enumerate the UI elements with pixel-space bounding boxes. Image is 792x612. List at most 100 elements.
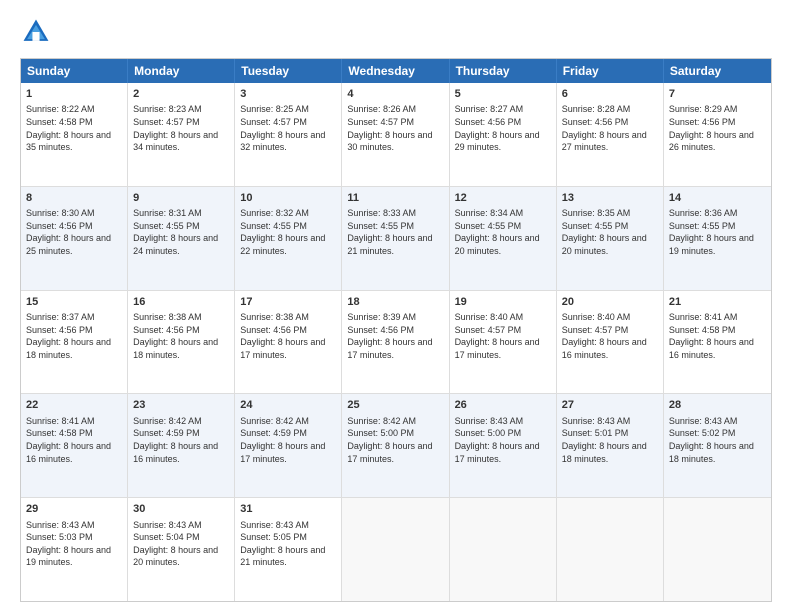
sunrise-label: Sunrise: 8:28 AM xyxy=(562,104,631,114)
day-number: 28 xyxy=(669,398,766,413)
daylight-label: Daylight: 8 hours and 26 minutes. xyxy=(669,130,754,153)
day-info: Sunrise: 8:39 AMSunset: 4:56 PMDaylight:… xyxy=(347,311,443,361)
sunset-label: Sunset: 4:58 PM xyxy=(26,428,93,438)
sunrise-label: Sunrise: 8:33 AM xyxy=(347,208,416,218)
daylight-label: Daylight: 8 hours and 17 minutes. xyxy=(455,337,540,360)
sunrise-label: Sunrise: 8:40 AM xyxy=(455,312,524,322)
daylight-label: Daylight: 8 hours and 21 minutes. xyxy=(347,233,432,256)
day-cell-15: 15Sunrise: 8:37 AMSunset: 4:56 PMDayligh… xyxy=(21,291,128,394)
day-number: 14 xyxy=(669,191,766,206)
day-cell-22: 22Sunrise: 8:41 AMSunset: 4:58 PMDayligh… xyxy=(21,394,128,497)
sunrise-label: Sunrise: 8:29 AM xyxy=(669,104,738,114)
day-number: 30 xyxy=(133,502,229,517)
daylight-label: Daylight: 8 hours and 18 minutes. xyxy=(26,337,111,360)
header-day-monday: Monday xyxy=(128,59,235,83)
header-day-saturday: Saturday xyxy=(664,59,771,83)
day-number: 6 xyxy=(562,87,658,102)
day-cell-28: 28Sunrise: 8:43 AMSunset: 5:02 PMDayligh… xyxy=(664,394,771,497)
daylight-label: Daylight: 8 hours and 17 minutes. xyxy=(240,337,325,360)
sunset-label: Sunset: 5:05 PM xyxy=(240,532,307,542)
daylight-label: Daylight: 8 hours and 20 minutes. xyxy=(133,545,218,568)
day-cell-6: 6Sunrise: 8:28 AMSunset: 4:56 PMDaylight… xyxy=(557,83,664,186)
day-info: Sunrise: 8:25 AMSunset: 4:57 PMDaylight:… xyxy=(240,103,336,153)
day-info: Sunrise: 8:23 AMSunset: 4:57 PMDaylight:… xyxy=(133,103,229,153)
day-info: Sunrise: 8:30 AMSunset: 4:56 PMDaylight:… xyxy=(26,207,122,257)
sunrise-label: Sunrise: 8:41 AM xyxy=(669,312,738,322)
day-number: 25 xyxy=(347,398,443,413)
day-info: Sunrise: 8:29 AM Sunset: 4:56 PM Daylight:… xyxy=(669,103,766,153)
day-info: Sunrise: 8:41 AMSunset: 4:58 PMDaylight:… xyxy=(669,311,766,361)
header-day-sunday: Sunday xyxy=(21,59,128,83)
day-info: Sunrise: 8:36 AMSunset: 4:55 PMDaylight:… xyxy=(669,207,766,257)
day-cell-16: 16Sunrise: 8:38 AMSunset: 4:56 PMDayligh… xyxy=(128,291,235,394)
calendar: SundayMondayTuesdayWednesdayThursdayFrid… xyxy=(20,58,772,602)
header-day-tuesday: Tuesday xyxy=(235,59,342,83)
daylight-label: Daylight: 8 hours and 24 minutes. xyxy=(133,233,218,256)
sunrise-label: Sunrise: 8:35 AM xyxy=(562,208,631,218)
sunrise-label: Sunrise: 8:34 AM xyxy=(455,208,524,218)
sunrise-label: Sunrise: 8:26 AM xyxy=(347,104,416,114)
daylight-label: Daylight: 8 hours and 16 minutes. xyxy=(562,337,647,360)
daylight-label: Daylight: 8 hours and 16 minutes. xyxy=(669,337,754,360)
day-number: 5 xyxy=(455,87,551,102)
calendar-week-3: 15Sunrise: 8:37 AMSunset: 4:56 PMDayligh… xyxy=(21,291,771,395)
day-cell-30: 30Sunrise: 8:43 AMSunset: 5:04 PMDayligh… xyxy=(128,498,235,601)
sunset-label: Sunset: 5:00 PM xyxy=(455,428,522,438)
logo xyxy=(20,16,56,48)
day-number: 24 xyxy=(240,398,336,413)
empty-cell xyxy=(664,498,771,601)
sunrise-label: Sunrise: 8:27 AM xyxy=(455,104,524,114)
day-cell-1: 1Sunrise: 8:22 AMSunset: 4:58 PMDaylight… xyxy=(21,83,128,186)
day-number: 16 xyxy=(133,295,229,310)
day-info: Sunrise: 8:43 AMSunset: 5:05 PMDaylight:… xyxy=(240,519,336,569)
day-info: Sunrise: 8:42 AMSunset: 5:00 PMDaylight:… xyxy=(347,415,443,465)
day-info: Sunrise: 8:26 AM Sunset: 4:57 PM Daylight:… xyxy=(347,103,443,153)
sunset-label: Sunset: 4:58 PM xyxy=(26,117,93,127)
sunset-label: Sunset: 5:03 PM xyxy=(26,532,93,542)
sunset-label: Sunset: 4:56 PM xyxy=(669,117,736,127)
day-number: 27 xyxy=(562,398,658,413)
calendar-week-5: 29Sunrise: 8:43 AMSunset: 5:03 PMDayligh… xyxy=(21,498,771,601)
day-cell-9: 9Sunrise: 8:31 AMSunset: 4:55 PMDaylight… xyxy=(128,187,235,290)
day-cell-13: 13Sunrise: 8:35 AMSunset: 4:55 PMDayligh… xyxy=(557,187,664,290)
day-number: 11 xyxy=(347,191,443,206)
day-info: Sunrise: 8:33 AMSunset: 4:55 PMDaylight:… xyxy=(347,207,443,257)
day-number: 20 xyxy=(562,295,658,310)
daylight-label: Daylight: 8 hours and 16 minutes. xyxy=(133,441,218,464)
sunset-label: Sunset: 4:57 PM xyxy=(347,117,414,127)
day-cell-2: 2Sunrise: 8:23 AMSunset: 4:57 PMDaylight… xyxy=(128,83,235,186)
day-info: Sunrise: 8:38 AMSunset: 4:56 PMDaylight:… xyxy=(133,311,229,361)
day-number: 12 xyxy=(455,191,551,206)
day-cell-23: 23Sunrise: 8:42 AMSunset: 4:59 PMDayligh… xyxy=(128,394,235,497)
header-day-wednesday: Wednesday xyxy=(342,59,449,83)
daylight-label: Daylight: 8 hours and 18 minutes. xyxy=(669,441,754,464)
daylight-label: Daylight: 8 hours and 20 minutes. xyxy=(455,233,540,256)
sunrise-label: Sunrise: 8:40 AM xyxy=(562,312,631,322)
daylight-label: Daylight: 8 hours and 30 minutes. xyxy=(347,130,432,153)
daylight-label: Daylight: 8 hours and 19 minutes. xyxy=(669,233,754,256)
sunset-label: Sunset: 4:56 PM xyxy=(26,221,93,231)
calendar-week-1: 1Sunrise: 8:22 AMSunset: 4:58 PMDaylight… xyxy=(21,83,771,187)
header-day-friday: Friday xyxy=(557,59,664,83)
day-cell-18: 18Sunrise: 8:39 AMSunset: 4:56 PMDayligh… xyxy=(342,291,449,394)
day-info: Sunrise: 8:22 AMSunset: 4:58 PMDaylight:… xyxy=(26,103,122,153)
day-cell-11: 11Sunrise: 8:33 AMSunset: 4:55 PMDayligh… xyxy=(342,187,449,290)
day-number: 17 xyxy=(240,295,336,310)
day-cell-19: 19Sunrise: 8:40 AMSunset: 4:57 PMDayligh… xyxy=(450,291,557,394)
day-cell-27: 27Sunrise: 8:43 AMSunset: 5:01 PMDayligh… xyxy=(557,394,664,497)
page: SundayMondayTuesdayWednesdayThursdayFrid… xyxy=(0,0,792,612)
daylight-label: Daylight: 8 hours and 35 minutes. xyxy=(26,130,111,153)
day-number: 13 xyxy=(562,191,658,206)
day-info: Sunrise: 8:42 AMSunset: 4:59 PMDaylight:… xyxy=(240,415,336,465)
daylight-label: Daylight: 8 hours and 20 minutes. xyxy=(562,233,647,256)
calendar-week-2: 8Sunrise: 8:30 AMSunset: 4:56 PMDaylight… xyxy=(21,187,771,291)
day-cell-4: 4Sunrise: 8:26 AMSunset: 4:57 PMDaylight… xyxy=(342,83,449,186)
day-number: 19 xyxy=(455,295,551,310)
sunset-label: Sunset: 5:00 PM xyxy=(347,428,414,438)
sunset-label: Sunset: 4:57 PM xyxy=(562,325,629,335)
sunrise-label: Sunrise: 8:42 AM xyxy=(133,416,202,426)
day-cell-7: 7Sunrise: 8:29 AMSunset: 4:56 PMDaylight… xyxy=(664,83,771,186)
day-number: 18 xyxy=(347,295,443,310)
day-info: Sunrise: 8:42 AMSunset: 4:59 PMDaylight:… xyxy=(133,415,229,465)
day-info: Sunrise: 8:31 AMSunset: 4:55 PMDaylight:… xyxy=(133,207,229,257)
